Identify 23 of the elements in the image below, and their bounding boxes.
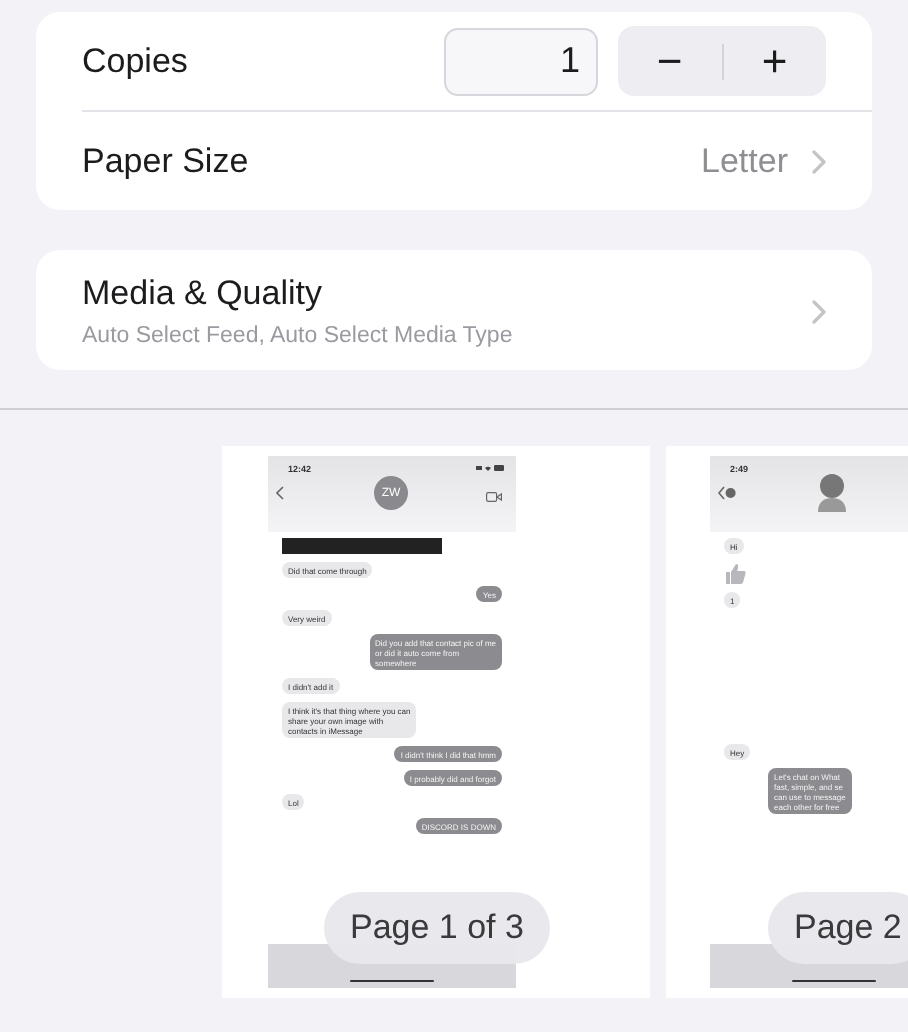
paper-size-value: Letter	[701, 141, 788, 181]
media-quality-subtitle: Auto Select Feed, Auto Select Media Type	[82, 324, 515, 348]
chevron-right-icon	[812, 149, 826, 173]
chevron-right-icon	[812, 299, 826, 323]
video-camera-icon	[486, 492, 502, 502]
copies-field[interactable]: 1	[444, 27, 598, 95]
back-chevron-icon	[718, 486, 736, 500]
page-preview[interactable]	[222, 446, 650, 998]
thumbs-up-icon	[724, 562, 746, 584]
media-quality-title: Media & Quality	[82, 274, 324, 314]
page-number-badge: Page 1 of 3	[324, 892, 550, 964]
media-quality-row[interactable]: Media & Quality Auto Select Feed, Auto Select Media Type	[36, 250, 872, 370]
home-indicator	[792, 979, 876, 982]
paper-size-row[interactable]: Paper Size Letter	[36, 112, 872, 210]
status-icons	[476, 464, 504, 472]
decrement-button[interactable]: −	[618, 26, 721, 96]
back-chevron-icon	[276, 486, 284, 500]
paper-size-label: Paper Size	[82, 141, 249, 181]
home-indicator	[350, 979, 434, 982]
copies-label: Copies	[82, 41, 188, 81]
page-number-badge: Page 2	[768, 892, 908, 964]
person-figure-icon	[814, 472, 850, 512]
increment-button[interactable]: +	[723, 26, 826, 96]
